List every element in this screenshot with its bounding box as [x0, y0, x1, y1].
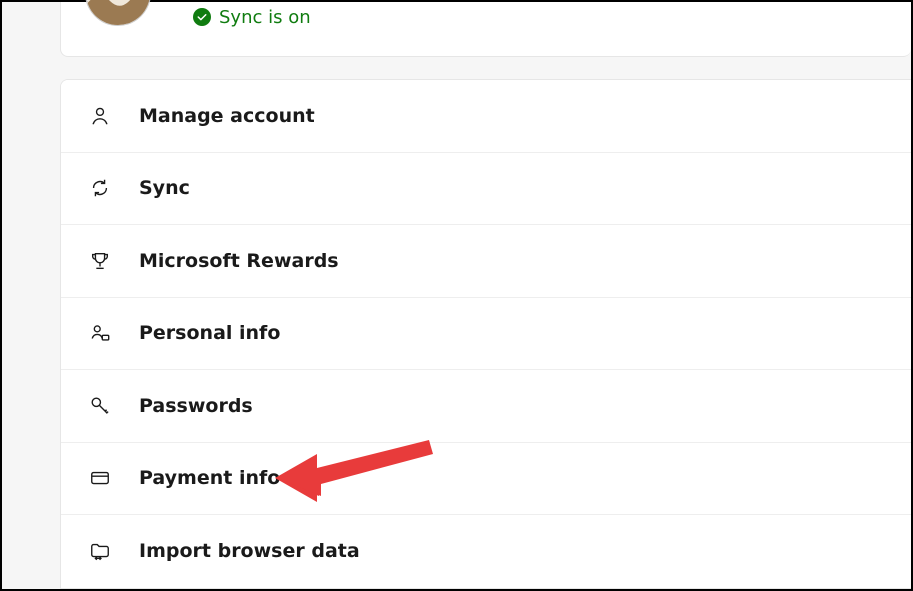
row-personal-info[interactable]: Personal info	[61, 298, 911, 371]
row-label: Payment info	[139, 467, 280, 489]
avatar[interactable]	[85, 0, 151, 26]
key-icon	[87, 395, 113, 417]
profile-card: Sync is on	[60, 2, 911, 57]
trophy-icon	[87, 250, 113, 272]
sync-status: Sync is on	[193, 2, 311, 32]
row-label: Passwords	[139, 395, 253, 417]
row-label: Personal info	[139, 322, 280, 344]
row-label: Microsoft Rewards	[139, 250, 339, 272]
row-payment-info[interactable]: Payment info	[61, 443, 911, 516]
settings-list: Manage account Sync Microsoft Rewards Pe…	[60, 79, 911, 589]
row-sync[interactable]: Sync	[61, 153, 911, 226]
row-label: Sync	[139, 177, 190, 199]
row-import-browser-data[interactable]: Import browser data	[61, 515, 911, 588]
person-card-icon	[87, 322, 113, 344]
sync-status-label: Sync is on	[219, 7, 311, 28]
sync-icon	[87, 177, 113, 199]
row-microsoft-rewards[interactable]: Microsoft Rewards	[61, 225, 911, 298]
credit-card-icon	[87, 467, 113, 489]
checkmark-circle-icon	[193, 8, 211, 26]
folder-arrow-icon	[87, 540, 113, 562]
row-manage-account[interactable]: Manage account	[61, 80, 911, 153]
row-passwords[interactable]: Passwords	[61, 370, 911, 443]
row-label: Manage account	[139, 105, 315, 127]
row-label: Import browser data	[139, 540, 360, 562]
person-icon	[87, 105, 113, 127]
